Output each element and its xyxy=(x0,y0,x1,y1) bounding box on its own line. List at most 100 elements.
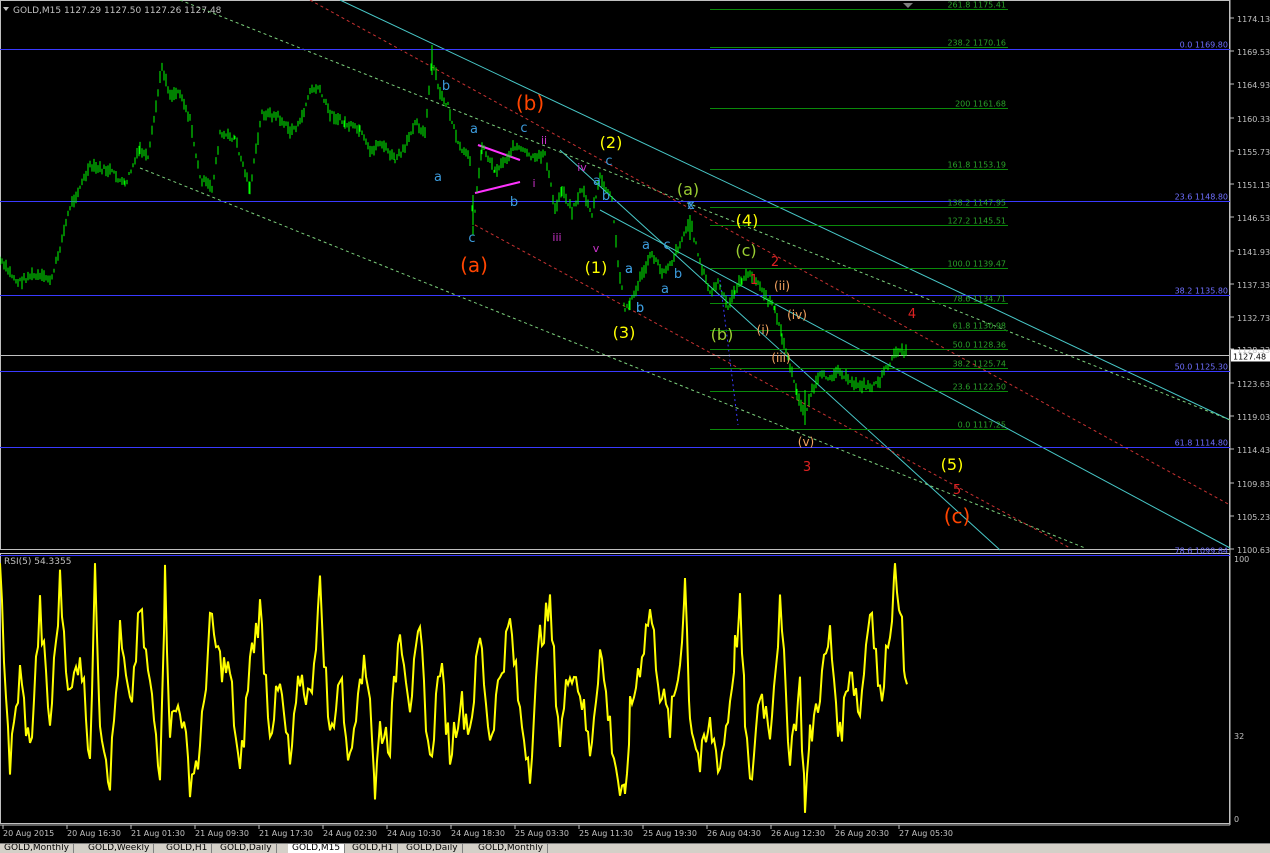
wave-label: 2 xyxy=(771,255,779,270)
x-tick-label: 25 Aug 11:30 xyxy=(579,829,633,838)
x-tick-label: 24 Aug 02:30 xyxy=(323,829,377,838)
fib-green-label: 50.0 1128.36 xyxy=(953,341,1006,350)
fib-blue-label: 61.8 1114.80 xyxy=(1175,439,1228,448)
price-bars xyxy=(0,56,907,416)
fib-green-label: 100.0 1139.47 xyxy=(947,260,1006,269)
y-tick-label: 1100.63 xyxy=(1237,546,1270,555)
wave-label: b xyxy=(442,79,450,94)
rsi-y-tick-label: 0 xyxy=(1234,815,1239,824)
fib-blue-label: 50.0 1125.30 xyxy=(1175,363,1228,372)
x-tick-label: 24 Aug 18:30 xyxy=(451,829,505,838)
chart-window: 0.0 1169.80 23.6 1148.80 38.2 1135.80 50.0 … xyxy=(0,0,1270,853)
y-tick-label: 1105.23 xyxy=(1237,513,1270,522)
wave-label: (1) xyxy=(585,258,608,277)
y-tick-label: 1132.73 xyxy=(1237,314,1270,323)
wave-label: (5) xyxy=(941,455,964,474)
wave-label: (v) xyxy=(798,435,814,449)
wave-label: b xyxy=(674,267,682,282)
rsi-line xyxy=(0,563,908,813)
fib-green-label: 261.8 1175.41 xyxy=(947,1,1006,10)
y-tick-label: 1123.63 xyxy=(1237,380,1270,389)
wave-label: a xyxy=(625,262,633,277)
wave-label: (b) xyxy=(711,325,734,344)
price-panel-frame xyxy=(0,0,1230,550)
y-tick-label: 1141.93 xyxy=(1237,248,1270,257)
fib-green-label: 0.0 1117.25 xyxy=(958,421,1006,430)
wave-label: c xyxy=(520,121,527,136)
fib-green-label: 138.2 1147.95 xyxy=(947,199,1006,208)
wave-label: 3 xyxy=(803,460,811,475)
fib-blue-label: 38.2 1135.80 xyxy=(1175,287,1228,296)
wave-label: c xyxy=(663,238,670,253)
fib-green-label: 61.8 1130.98 xyxy=(953,322,1006,331)
price-chart-svg[interactable]: 0.0 1169.8023.6 1148.8038.2 1135.8050.0 … xyxy=(0,0,1270,843)
wave-label: (c) xyxy=(944,504,971,528)
x-tick-label: 26 Aug 04:30 xyxy=(707,829,761,838)
wave-label: c xyxy=(468,231,475,246)
wave-label: v xyxy=(593,242,600,255)
y-tick-label: 1164.93 xyxy=(1237,81,1270,90)
fib-blue-label: 23.6 1148.80 xyxy=(1175,193,1228,202)
rsi-panel-frame xyxy=(0,553,1230,824)
wave-label: b xyxy=(602,189,610,204)
y-tick-label: 1109.83 xyxy=(1237,480,1270,489)
rsi-y-tick-label: 100 xyxy=(1234,555,1249,564)
y-tick-label: 1151.13 xyxy=(1237,181,1270,190)
channel-cyan-mid xyxy=(599,209,1231,549)
x-tick-label: 21 Aug 09:30 xyxy=(195,829,249,838)
wave-label: i xyxy=(532,177,535,190)
wave-label: (4) xyxy=(736,211,759,230)
wave-label: 1 xyxy=(750,273,758,288)
wave-label: b xyxy=(510,195,518,210)
x-tick-label: 20 Aug 2015 xyxy=(3,829,54,838)
wave-label: iii xyxy=(552,231,561,244)
y-tick-label: 1155.73 xyxy=(1237,148,1270,157)
y-tick-label: 1137.33 xyxy=(1237,281,1270,290)
fib-green-label: 238.2 1170.16 xyxy=(947,39,1006,48)
y-tick-label: 1128.33 xyxy=(1237,346,1270,355)
wave-label: 5 xyxy=(953,483,961,498)
rsi-y-tick-label: 32 xyxy=(1234,732,1244,741)
y-tick-label: 1160.33 xyxy=(1237,115,1270,124)
y-tick-label: 1146.53 xyxy=(1237,214,1270,223)
wave-label: (2) xyxy=(600,133,623,152)
x-tick-label: 21 Aug 01:30 xyxy=(131,829,185,838)
wave-label: (c) xyxy=(735,241,756,260)
wave-label: a xyxy=(642,238,650,253)
wave-label: (a) xyxy=(677,180,699,199)
x-tick-label: 20 Aug 16:30 xyxy=(67,829,121,838)
shift-marker-icon[interactable] xyxy=(903,3,913,8)
wave-label: b xyxy=(636,301,644,316)
wave-label: (i) xyxy=(757,323,770,337)
wave-label: a xyxy=(593,174,601,189)
fib-blue-label: 0.0 1169.80 xyxy=(1180,41,1228,50)
fib-green-label: 127.2 1145.51 xyxy=(947,217,1006,226)
y-tick-label: 1114.43 xyxy=(1237,446,1270,455)
x-tick-label: 26 Aug 20:30 xyxy=(835,829,889,838)
channel-green-dashed-upper xyxy=(179,0,1231,421)
fib-green-label: 161.8 1153.19 xyxy=(947,161,1006,170)
fib-green-label: 38.2 1125.74 xyxy=(953,360,1006,369)
fib-green-label: 78.6 1134.71 xyxy=(953,295,1006,304)
wave-label: ii xyxy=(541,134,547,147)
fib-green-label: 23.6 1122.50 xyxy=(953,383,1006,392)
x-tick-label: 25 Aug 19:30 xyxy=(643,829,697,838)
wave-label: (b) xyxy=(516,91,544,115)
x-tick-label: 27 Aug 05:30 xyxy=(899,829,953,838)
wave-label: (3) xyxy=(613,323,636,342)
wave-label: c xyxy=(687,198,694,213)
wave-label: a xyxy=(661,282,669,297)
x-tick-label: 24 Aug 10:30 xyxy=(387,829,441,838)
wave-label: (a) xyxy=(460,253,488,277)
dotted-blue-line xyxy=(719,279,739,426)
wave-label: a xyxy=(434,170,442,185)
fib-green-label: 200 1161.68 xyxy=(955,100,1006,109)
dropdown-arrow-icon[interactable] xyxy=(3,7,9,11)
wave-label: iv xyxy=(577,161,587,174)
wave-label: c xyxy=(605,154,612,169)
y-tick-label: 1169.53 xyxy=(1237,48,1270,57)
fib-blue-label: 78.6 1099.84 xyxy=(1175,547,1228,556)
y-tick-label: 1119.03 xyxy=(1237,413,1270,422)
x-tick-label: 21 Aug 17:30 xyxy=(259,829,313,838)
symbol-title: GOLD,M15 1127.29 1127.50 1127.26 1127.48 xyxy=(13,6,222,16)
